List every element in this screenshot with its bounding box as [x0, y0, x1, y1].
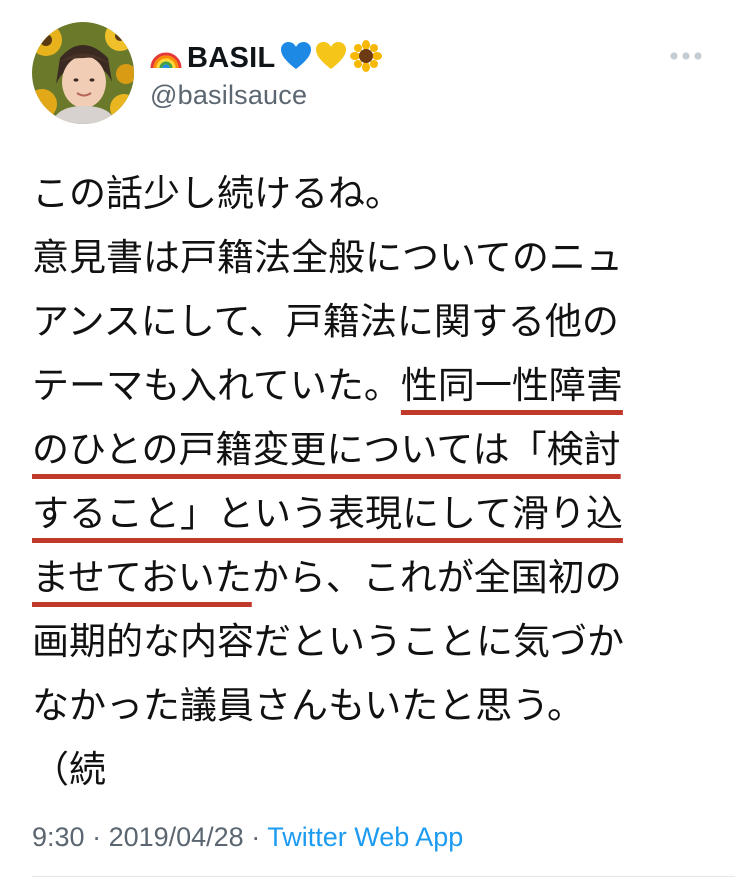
user-block: BASIL @basilsauce: [150, 38, 385, 111]
tweet-text-segment: （続: [32, 748, 106, 791]
underlined-text-segment: すること」という表現にして滑り込: [32, 492, 623, 535]
yellow-heart-icon: [315, 41, 347, 75]
tweet-line: この話少し続けるね。: [32, 162, 712, 226]
source-app-link[interactable]: Twitter Web App: [267, 822, 463, 852]
tweet-text: この話少し続けるね。 意見書は戸籍法全般についてのニュ アンスにして、戸籍法に関…: [32, 162, 712, 802]
display-name-text: BASIL: [187, 41, 276, 74]
blue-heart-icon: [280, 41, 312, 75]
tweet-text-segment: テーマも入れていた。: [32, 364, 401, 407]
tweet-line: すること」という表現にして滑り込: [32, 482, 712, 546]
tweet-time[interactable]: 9:30: [32, 822, 85, 852]
underlined-text-segment: 性同一性障害: [400, 364, 623, 407]
underlined-text-segment: ませておいた: [32, 556, 252, 599]
tweet-text-segment: なかった議員さんもいたと思う。: [32, 684, 585, 727]
display-name[interactable]: BASIL: [150, 38, 385, 78]
tweet-line: ませておいたから、これが全国初の: [32, 546, 712, 610]
tweet-line: 画期的な内容だということに気づか: [32, 610, 712, 674]
tweet-text-segment: 意見書は戸籍法全般についてのニュ: [32, 236, 623, 279]
tweet-line: （続: [32, 738, 712, 802]
avatar[interactable]: [32, 22, 134, 124]
tweet-text-segment: この話少し続けるね。: [32, 172, 402, 215]
divider: [32, 876, 735, 877]
tweet-line: テーマも入れていた。性同一性障害: [32, 354, 712, 418]
tweet-line: 意見書は戸籍法全般についてのニュ: [32, 226, 712, 290]
tweet-date[interactable]: 2019/04/28: [109, 822, 244, 852]
tweet-line: なかった議員さんもいたと思う。: [32, 674, 712, 738]
tweet-text-segment: 画期的な内容だということに気づか: [32, 620, 624, 663]
sunflower-icon: [349, 40, 382, 76]
tweet-meta: 9:30 · 2019/04/28 · Twitter Web App: [32, 822, 463, 853]
handle[interactable]: @basilsauce: [150, 80, 385, 111]
tweet-line: アンスにして、戸籍法に関する他の: [32, 290, 712, 354]
rainbow-icon: [150, 42, 182, 74]
tweet-line: のひとの戸籍変更については「検討: [32, 418, 712, 482]
meta-separator: ·: [84, 822, 109, 852]
tweet-text-segment: から、これが全国初の: [251, 556, 622, 599]
underlined-text-segment: のひとの戸籍変更については「検討: [32, 428, 621, 471]
tweet-text-segment: アンスにして、戸籍法に関する他の: [32, 300, 619, 343]
meta-separator: ·: [243, 822, 268, 852]
more-options-icon[interactable]: [668, 48, 704, 62]
